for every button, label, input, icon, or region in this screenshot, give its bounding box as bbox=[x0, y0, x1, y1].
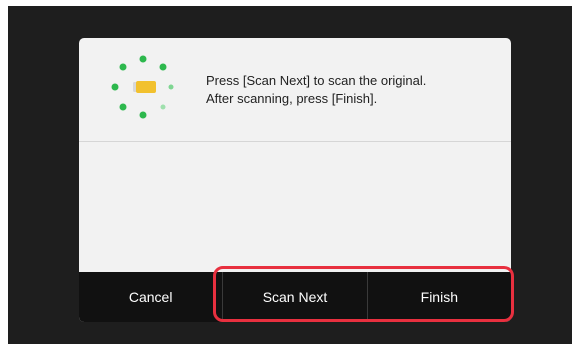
instruction-message: Press [Scan Next] to scan the original. … bbox=[206, 72, 496, 108]
scan-dialog: Press [Scan Next] to scan the original. … bbox=[79, 38, 511, 322]
cancel-button[interactable]: Cancel bbox=[79, 272, 224, 322]
message-area: Press [Scan Next] to scan the original. … bbox=[79, 38, 511, 142]
scan-next-button[interactable]: Scan Next bbox=[223, 272, 368, 322]
device-screen: Press [Scan Next] to scan the original. … bbox=[8, 6, 572, 344]
finish-button[interactable]: Finish bbox=[368, 272, 511, 322]
scanning-progress-icon bbox=[111, 55, 174, 119]
button-bar: Cancel Scan Next Finish bbox=[79, 272, 511, 322]
message-line-2: After scanning, press [Finish]. bbox=[206, 91, 378, 106]
message-line-1: Press [Scan Next] to scan the original. bbox=[206, 73, 427, 88]
